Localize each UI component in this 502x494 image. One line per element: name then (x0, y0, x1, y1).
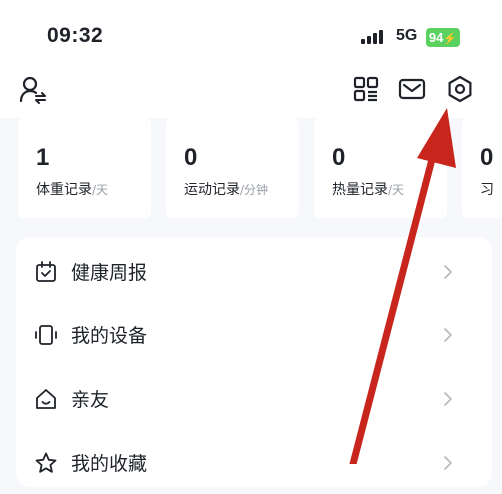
menu-item-friends[interactable]: 亲友 (16, 368, 492, 430)
menu-item-health-report[interactable]: 健康周报 (16, 241, 492, 303)
stat-label-text: 体重记录 (36, 182, 92, 198)
chevron-right-icon (444, 265, 452, 279)
stat-card-habit[interactable]: 0 习 (462, 118, 502, 218)
mail-icon[interactable] (398, 75, 426, 103)
battery-indicator: 94⚡ (426, 28, 460, 47)
user-switch-icon[interactable] (18, 75, 48, 105)
stat-label: 习 (480, 179, 494, 199)
stat-value: 1 (36, 144, 50, 171)
stat-unit: /天 (92, 183, 109, 197)
stat-label: 运动记录/分钟 (184, 179, 268, 199)
qr-grid-icon[interactable] (352, 75, 380, 103)
menu-item-label: 我的设备 (71, 325, 148, 347)
stat-value: 0 (184, 144, 198, 171)
chevron-right-icon (444, 328, 452, 342)
menu-item-label: 我的收藏 (71, 453, 148, 475)
menu-item-my-devices[interactable]: 我的设备 (16, 304, 492, 366)
stat-card-exercise[interactable]: 0 运动记录/分钟 (166, 118, 299, 218)
menu-card: 健康周报 我的设备 亲友 我的收藏 (16, 237, 492, 487)
chevron-right-icon (444, 392, 452, 406)
top-bar: 09:32 5G 94⚡ (0, 0, 502, 118)
star-icon (35, 452, 57, 473)
stat-label-text: 习 (480, 182, 494, 198)
device-icon (35, 325, 57, 345)
stat-value: 0 (480, 144, 494, 171)
settings-hex-icon[interactable] (446, 75, 474, 103)
home-smile-icon (36, 389, 56, 409)
status-time: 09:32 (47, 24, 104, 47)
stats-row: 1 体重记录/天 0 运动记录/分钟 0 热量记录/天 0 习 (0, 118, 502, 220)
network-type: 5G (396, 27, 418, 44)
stat-label: 热量记录/天 (332, 179, 404, 199)
stat-card-calories[interactable]: 0 热量记录/天 (314, 118, 447, 218)
calendar-check-icon (36, 261, 56, 282)
menu-item-favorites[interactable]: 我的收藏 (16, 432, 492, 494)
menu-item-label: 健康周报 (71, 262, 148, 284)
stat-unit: /分钟 (240, 183, 269, 197)
stat-unit: /天 (388, 183, 405, 197)
menu-item-label: 亲友 (71, 389, 110, 411)
stat-label-text: 运动记录 (184, 182, 240, 198)
stat-card-weight[interactable]: 1 体重记录/天 (18, 118, 151, 218)
stat-label-text: 热量记录 (332, 182, 388, 198)
chevron-right-icon (444, 456, 452, 470)
stat-value: 0 (332, 144, 346, 171)
battery-level: 94 (428, 30, 444, 45)
stat-label: 体重记录/天 (36, 179, 108, 199)
charging-bolt-icon: ⚡ (443, 33, 458, 45)
signal-icon (361, 30, 385, 44)
